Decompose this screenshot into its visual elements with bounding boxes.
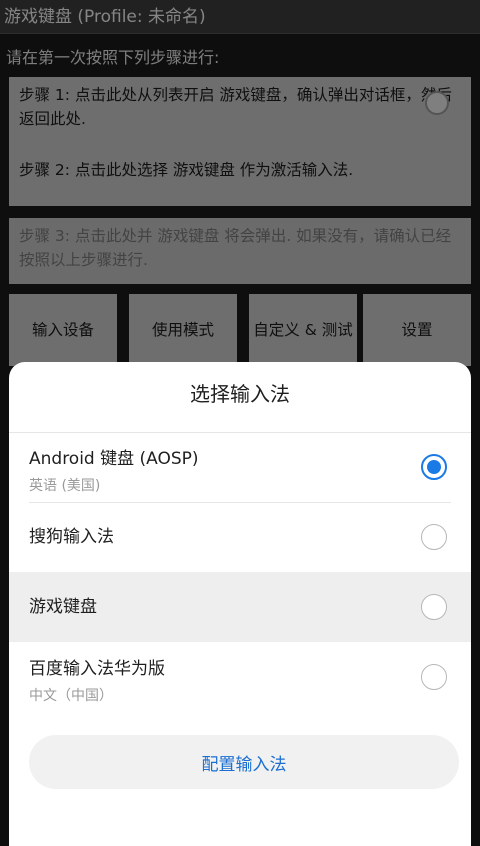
dialog-title: 选择输入法 (190, 382, 290, 406)
ime-option-name: Android 键盘 (AOSP) (29, 449, 199, 469)
ime-option-game-keyboard[interactable]: 游戏键盘 (9, 572, 471, 642)
ime-option-name: 搜狗输入法 (29, 527, 114, 547)
ime-option-baidu[interactable]: 百度输入法华为版 中文（中国） (9, 642, 471, 722)
ime-option-language: 中文（中国） (29, 688, 113, 704)
ime-option-name: 游戏键盘 (29, 597, 97, 617)
configure-input-methods-button[interactable]: 配置输入法 (29, 735, 459, 789)
configure-label: 配置输入法 (201, 754, 287, 775)
ime-option-sogou[interactable]: 搜狗输入法 (9, 502, 471, 572)
radio-unselected-icon[interactable] (421, 664, 447, 690)
radio-unselected-icon[interactable] (421, 524, 447, 550)
ime-option-name: 百度输入法华为版 (29, 659, 165, 679)
radio-unselected-icon[interactable] (421, 594, 447, 620)
ime-option-language: 英语 (美国) (29, 478, 101, 494)
ime-option-android-keyboard[interactable]: Android 键盘 (AOSP) 英语 (美国) (9, 432, 471, 502)
radio-selected-icon[interactable] (421, 454, 447, 480)
input-method-picker-dialog: 选择输入法 Android 键盘 (AOSP) 英语 (美国) 搜狗输入法 游戏… (9, 362, 471, 846)
